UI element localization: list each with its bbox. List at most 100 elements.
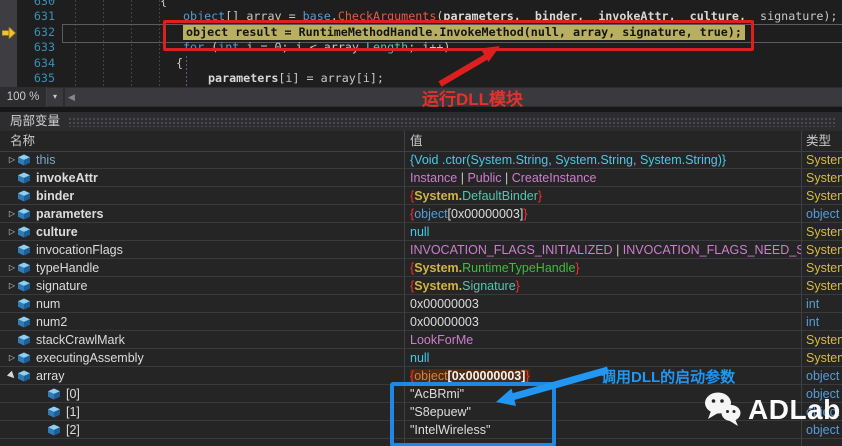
value-token: {Void .ctor(System.String, System.String…	[410, 152, 727, 167]
variable-cube-icon	[18, 208, 30, 219]
variable-cube-icon	[18, 226, 30, 237]
value-token: 0x00000003	[410, 296, 479, 311]
variable-value[interactable]: LookForMe	[404, 333, 801, 347]
value-token: CreateInstance	[511, 170, 597, 185]
variable-type: int	[806, 314, 820, 329]
line-number: 632	[33, 24, 55, 39]
locals-row[interactable]: num2 0x00000003 int	[0, 313, 842, 331]
value-token: System.	[414, 188, 463, 203]
value-token: |	[612, 242, 623, 257]
zoom-value[interactable]: 100 %	[0, 87, 47, 107]
locals-row[interactable]: ▷ executingAssembly null System	[0, 349, 842, 367]
debugger-window: 630 { 631 object[] array = base.CheckArg…	[0, 0, 842, 446]
value-token: null	[410, 350, 430, 365]
variable-cube-icon	[18, 262, 30, 273]
zoom-dropdown-button[interactable]: ▾	[47, 88, 63, 106]
value-token: INVOCATION_FLAGS_NEED_S...	[622, 242, 801, 257]
variable-name-cell: stackCrawlMark	[0, 333, 404, 347]
value-token: object	[414, 368, 448, 383]
variable-value[interactable]: {System.RuntimeTypeHandle}	[404, 261, 801, 275]
value-token: |	[501, 170, 512, 185]
variable-name-cell: ▷ this	[0, 153, 404, 167]
column-header-name[interactable]: 名称	[10, 131, 35, 151]
variable-value[interactable]: {System.Signature}	[404, 279, 801, 293]
locals-title-bar[interactable]: 局部变量	[0, 112, 842, 131]
line-number: 634	[33, 55, 55, 70]
code-line[interactable]: 630 {	[0, 0, 842, 9]
locals-row[interactable]: stackCrawlMark LookForMe System	[0, 331, 842, 349]
variable-name: this	[36, 152, 56, 167]
variable-name-cell: binder	[0, 189, 404, 203]
scroll-left-arrow-icon[interactable]: ◀	[68, 88, 75, 106]
variable-type: System	[806, 170, 842, 185]
variable-name: culture	[36, 224, 78, 239]
variable-name: stackCrawlMark	[36, 332, 125, 347]
value-token: null	[410, 224, 430, 239]
variable-name: invocationFlags	[36, 242, 123, 257]
variable-type: System	[806, 242, 842, 257]
variable-value[interactable]: 0x00000003	[404, 315, 801, 329]
editor-bottom-bar: 100 % ▾ ◀	[0, 87, 842, 107]
code-line[interactable]: 635 parameters[i] = array[i];	[0, 71, 842, 86]
value-token: System.	[414, 278, 463, 293]
expander-icon[interactable]: ▷	[6, 353, 18, 362]
variable-value[interactable]: INVOCATION_FLAGS_INITIALIZED | INVOCATIO…	[404, 243, 801, 257]
variable-value[interactable]: Instance | Public | CreateInstance	[404, 171, 801, 185]
locals-row[interactable]: invokeAttr Instance | Public | CreateIns…	[0, 169, 842, 187]
locals-column-header: 名称 值 类型	[0, 131, 842, 152]
value-token: }	[575, 260, 580, 275]
variable-type: System	[806, 224, 842, 239]
line-number: 635	[33, 71, 55, 85]
variable-value[interactable]: {Void .ctor(System.String, System.String…	[404, 153, 801, 167]
variable-name-cell: ▶ array	[0, 369, 404, 383]
locals-row[interactable]: ▷ signature {System.Signature} System	[0, 277, 842, 295]
expander-icon[interactable]: ▷	[6, 281, 18, 290]
variable-value[interactable]: 0x00000003	[404, 297, 801, 311]
value-token: }	[515, 278, 520, 293]
code-line[interactable]: 634 {	[0, 56, 842, 71]
variable-name-cell: [1]	[0, 405, 404, 419]
variable-cube-icon	[18, 352, 30, 363]
variable-value[interactable]: {System.DefaultBinder}	[404, 189, 801, 203]
locals-row[interactable]: ▷ culture null System	[0, 223, 842, 241]
value-token: Instance	[410, 170, 458, 185]
variable-type: object	[806, 368, 840, 383]
column-header-value[interactable]: 值	[410, 131, 423, 151]
line-number: 633	[33, 40, 55, 55]
variable-name-cell: [0]	[0, 387, 404, 401]
variable-name: array	[36, 368, 65, 383]
locals-row[interactable]: ▷ parameters {object[0x00000003]} object	[0, 205, 842, 223]
code-text: {	[160, 0, 167, 9]
locals-row[interactable]: binder {System.DefaultBinder} System	[0, 187, 842, 205]
blue-arrow-icon	[496, 366, 609, 406]
variable-value[interactable]: null	[404, 225, 801, 239]
expander-icon[interactable]: ▷	[6, 155, 18, 164]
value-token: 0x00000003	[410, 314, 479, 329]
variable-name-cell: ▷ executingAssembly	[0, 351, 404, 365]
variable-name: signature	[36, 278, 88, 293]
locals-row[interactable]: invocationFlags INVOCATION_FLAGS_INITIAL…	[0, 241, 842, 259]
locals-row[interactable]: ▷ this {Void .ctor(System.String, System…	[0, 151, 842, 169]
variable-cube-icon	[18, 334, 30, 345]
code-token: {	[160, 0, 168, 8]
locals-row[interactable]: ▷ typeHandle {System.RuntimeTypeHandle} …	[0, 259, 842, 277]
code-text: {	[176, 56, 183, 71]
variable-cube-icon	[18, 154, 30, 165]
variable-value[interactable]: {object[0x00000003]}	[404, 207, 801, 221]
variable-type: System	[806, 278, 842, 293]
value-token: INVOCATION_FLAGS_INITIALIZED	[410, 242, 613, 257]
code-token: {	[176, 55, 184, 70]
variable-cube-icon	[18, 316, 30, 327]
expander-icon[interactable]: ▷	[6, 263, 18, 272]
watermark-label: ADLab	[748, 394, 841, 425]
editor-pane[interactable]: 630 { 631 object[] array = base.CheckArg…	[0, 0, 842, 87]
expander-icon[interactable]: ▷	[6, 227, 18, 236]
variable-name: binder	[36, 188, 75, 203]
expander-icon[interactable]: ▷	[6, 209, 18, 218]
value-token: }	[523, 206, 528, 221]
column-header-type[interactable]: 类型	[806, 131, 831, 151]
locals-row[interactable]: num 0x00000003 int	[0, 295, 842, 313]
variable-name: num2	[36, 314, 68, 329]
red-arrow-icon	[438, 46, 500, 87]
locals-title: 局部变量	[10, 114, 61, 128]
